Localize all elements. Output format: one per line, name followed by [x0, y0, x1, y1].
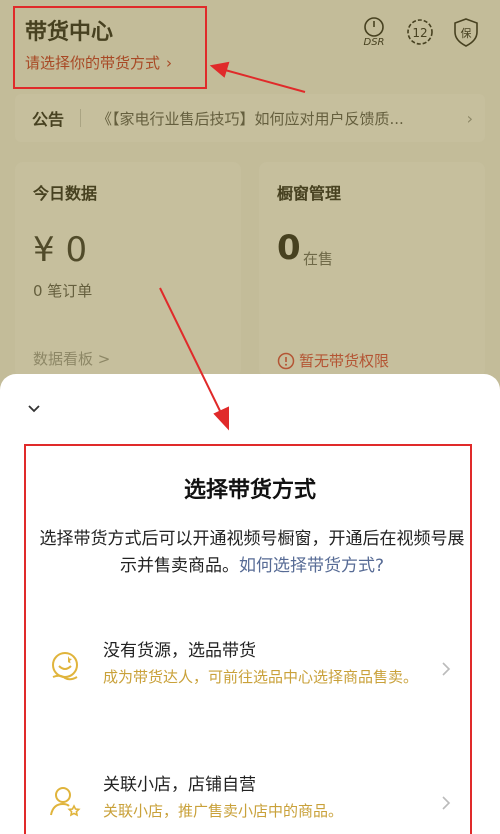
header-icons: DSR 12 保 [360, 16, 480, 48]
chevron-right-icon [442, 796, 451, 810]
dashboard-link[interactable]: 数据看板 > [33, 348, 110, 369]
level-label: 12 [412, 26, 427, 40]
on-sale-label: 在售 [303, 250, 334, 268]
sheet-title: 选择带货方式 [183, 478, 316, 503]
today-data-title: 今日数据 [33, 184, 98, 203]
on-sale-count: 0 [277, 228, 301, 268]
level-12-icon[interactable]: 12 [406, 16, 434, 48]
guarantee-label: 保 [461, 26, 472, 40]
smile-hand-icon [52, 652, 78, 681]
option-select-products[interactable]: 没有货源，选品带货 成为带货达人，可前往选品中心选择商品售卖。 [40, 626, 460, 722]
notice-bar[interactable]: 公告 《【家电行业售后技巧】如何应对用户反馈质... › [15, 94, 485, 142]
no-permission-notice[interactable]: 暂无带货权限 [277, 350, 389, 371]
today-orders: 0 笔订单 [33, 282, 93, 300]
user-star-icon [50, 787, 81, 817]
notice-text: 《【家电行业售后技巧】如何应对用户反馈质... [97, 109, 404, 128]
chevron-right-icon [442, 662, 451, 676]
option-description: 成为带货达人，可前往选品中心选择商品售卖。 [103, 668, 419, 686]
sheet-description: 选择带货方式后可以开通视频号橱窗，开通后在视频号展示并售卖商品。如何选择带货方式… [32, 526, 472, 580]
dsr-icon[interactable]: DSR [360, 16, 388, 48]
today-amount: ¥ 0 [33, 230, 88, 270]
dsr-label: DSR [364, 37, 385, 48]
option-link-shop[interactable]: 关联小店，店铺自营 关联小店，推广售卖小店中的商品。 [40, 760, 460, 834]
option-title: 没有货源，选品带货 [103, 641, 256, 661]
annotation-box-header [13, 6, 207, 89]
alert-icon [277, 352, 295, 369]
option-title: 关联小店，店铺自营 [103, 775, 256, 795]
divider [80, 109, 82, 127]
no-permission-text: 暂无带货权限 [299, 352, 390, 370]
window-management-title: 橱窗管理 [277, 184, 342, 203]
guarantee-shield-icon[interactable]: 保 [452, 16, 480, 48]
option-description: 关联小店，推广售卖小店中的商品。 [103, 802, 344, 820]
how-to-choose-link[interactable]: 如何选择带货方式? [239, 556, 384, 576]
collapse-chevron-icon[interactable] [26, 400, 42, 416]
select-method-sheet: 选择带货方式 选择带货方式后可以开通视频号橱窗，开通后在视频号展示并售卖商品。如… [0, 374, 500, 834]
today-data-card[interactable]: 今日数据 ¥ 0 0 笔订单 数据看板 > [15, 162, 241, 377]
window-management-card[interactable]: 橱窗管理 0 在售 暂无带货权限 [259, 162, 485, 377]
chevron-right-icon: › [466, 108, 473, 128]
notice-label: 公告 [32, 110, 65, 129]
